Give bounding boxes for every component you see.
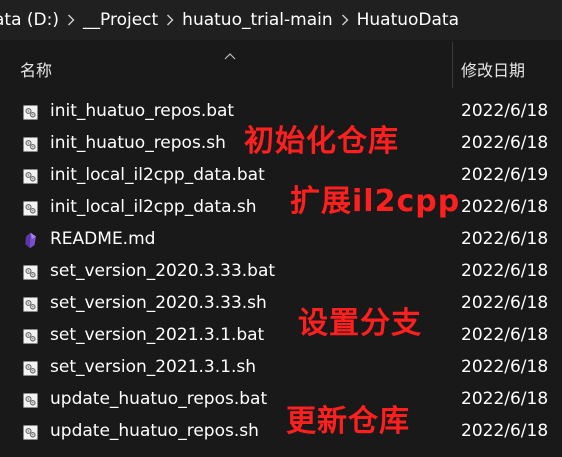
breadcrumb: ata (D:) __Project huatuo_trial-main Hua…	[0, 0, 562, 40]
annotation-extend-il2cpp: 扩展il2cpp	[290, 184, 461, 219]
script-file-icon	[22, 392, 39, 409]
file-row[interactable]: update_huatuo_repos.bat 2022/6/18	[0, 384, 562, 416]
file-name: set_version_2021.3.1.bat	[50, 325, 265, 345]
script-file-icon	[22, 360, 39, 377]
file-row[interactable]: set_version_2020.3.33.sh 2022/6/18	[0, 288, 562, 320]
file-name: init_huatuo_repos.bat	[50, 101, 235, 121]
file-explorer-window: ata (D:) __Project huatuo_trial-main Hua…	[0, 0, 562, 457]
chevron-right-icon[interactable]	[64, 12, 78, 28]
file-row[interactable]: set_version_2021.3.1.sh 2022/6/18	[0, 352, 562, 384]
file-row[interactable]: set_version_2020.3.33.bat 2022/6/18	[0, 256, 562, 288]
file-name: update_huatuo_repos.sh	[50, 421, 259, 441]
chevron-right-icon[interactable]	[338, 12, 352, 28]
annotation-set-branch: 设置分支	[298, 306, 422, 341]
file-date-modified: 2022/6/18	[461, 325, 549, 345]
script-file-icon	[22, 296, 39, 313]
file-date-modified: 2022/6/18	[461, 197, 549, 217]
column-header-date-modified[interactable]: 修改日期	[461, 57, 525, 81]
file-name: README.md	[50, 229, 156, 249]
breadcrumb-item-project[interactable]: __Project	[78, 10, 163, 30]
file-row[interactable]: README.md 2022/6/18	[0, 224, 562, 256]
breadcrumb-item-drive[interactable]: ata (D:)	[0, 10, 64, 30]
breadcrumb-item-huatuodata[interactable]: HuatuoData	[352, 10, 464, 30]
markdown-crystal-icon	[22, 232, 39, 249]
file-date-modified: 2022/6/19	[461, 165, 549, 185]
file-name: set_version_2020.3.33.bat	[50, 261, 276, 281]
file-name: init_local_il2cpp_data.bat	[50, 165, 265, 185]
script-file-icon	[22, 136, 39, 153]
file-name: set_version_2021.3.1.sh	[50, 357, 256, 377]
annotation-init-repos: 初始化仓库	[244, 124, 399, 159]
file-date-modified: 2022/6/18	[461, 229, 549, 249]
file-date-modified: 2022/6/18	[461, 357, 549, 377]
script-file-icon	[22, 168, 39, 185]
file-date-modified: 2022/6/18	[461, 133, 549, 153]
chevron-right-icon[interactable]	[163, 12, 177, 28]
annotation-update-repos: 更新仓库	[286, 404, 410, 439]
file-name: set_version_2020.3.33.sh	[50, 293, 267, 313]
file-row[interactable]: init_local_il2cpp_data.bat 2022/6/19	[0, 160, 562, 192]
file-name: update_huatuo_repos.bat	[50, 389, 268, 409]
file-row[interactable]: init_local_il2cpp_data.sh 2022/6/18	[0, 192, 562, 224]
file-name: init_local_il2cpp_data.sh	[50, 197, 257, 217]
file-date-modified: 2022/6/18	[461, 421, 549, 441]
breadcrumb-item-huatuo-trial-main[interactable]: huatuo_trial-main	[177, 10, 337, 30]
script-file-icon	[22, 264, 39, 281]
script-file-icon	[22, 328, 39, 345]
script-file-icon	[22, 104, 39, 121]
script-file-icon	[22, 424, 39, 441]
column-header-row: 名称 修改日期	[0, 40, 562, 90]
script-file-icon	[22, 200, 39, 217]
file-date-modified: 2022/6/18	[461, 293, 549, 313]
file-name: init_huatuo_repos.sh	[50, 133, 226, 153]
file-date-modified: 2022/6/18	[461, 261, 549, 281]
file-date-modified: 2022/6/18	[461, 101, 549, 121]
column-divider[interactable]	[452, 42, 453, 88]
file-row[interactable]: set_version_2021.3.1.bat 2022/6/18	[0, 320, 562, 352]
sort-ascending-icon	[224, 45, 236, 64]
column-header-name[interactable]: 名称	[20, 57, 52, 81]
file-row[interactable]: update_huatuo_repos.sh 2022/6/18	[0, 416, 562, 448]
file-date-modified: 2022/6/18	[461, 389, 549, 409]
